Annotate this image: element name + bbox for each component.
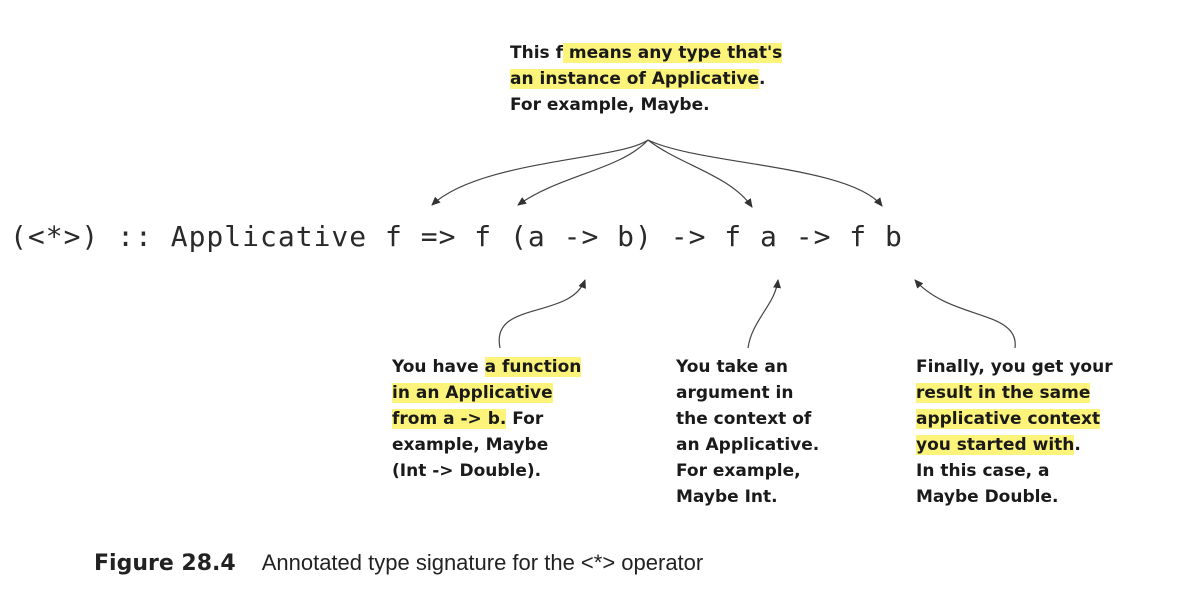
caption-text: Annotated type signature for the <*> ope…	[261, 550, 704, 575]
figure-number: Figure 28.4	[94, 551, 236, 576]
annotation-arrows	[431, 139, 1016, 349]
highlighted-text: applicative context	[916, 409, 1101, 429]
annotation-function: You have a function in an Applicative fr…	[392, 354, 582, 484]
annotation-result: Finally, you get your result in the same…	[916, 354, 1113, 510]
annotation-text: For	[506, 409, 544, 429]
annotation-text: Maybe Int.	[676, 487, 778, 507]
annotation-text: argument in	[676, 383, 794, 403]
annotation-text: Maybe Double.	[916, 487, 1059, 507]
annotation-argument: You take an argument in the context of a…	[676, 354, 819, 510]
annotation-text: In this case, a	[916, 461, 1050, 481]
annotation-text: You have	[392, 357, 485, 377]
highlighted-text: from a -> b.	[392, 409, 507, 429]
annotation-text: the context of	[676, 409, 812, 429]
arrow-from-result-note	[914, 279, 1016, 349]
arrow-to-result-f	[647, 139, 883, 207]
highlighted-text: you started with	[916, 435, 1075, 455]
annotation-text: Finally, you get your	[916, 357, 1113, 377]
annotation-text: an Applicative.	[676, 435, 820, 455]
highlighted-text: result in the same	[916, 383, 1091, 403]
arrow-to-argument-f	[647, 139, 753, 208]
annotation-text: (Int -> Double).	[392, 461, 542, 481]
annotation-text: example, Maybe	[392, 435, 549, 455]
arrow-from-argument-note	[747, 279, 782, 349]
highlighted-text: in an Applicative	[392, 383, 553, 403]
annotation-text: You take an	[676, 357, 788, 377]
annotation-text: For example,	[676, 461, 801, 481]
figure-caption: Figure 28.4 Annotated type signature for …	[94, 550, 703, 576]
annotation-text: .	[1074, 435, 1081, 455]
arrow-from-function-note	[498, 279, 586, 349]
highlighted-text: a function	[484, 357, 582, 377]
arrow-to-applicative-f	[431, 139, 649, 206]
arrow-to-function-f	[517, 139, 649, 206]
